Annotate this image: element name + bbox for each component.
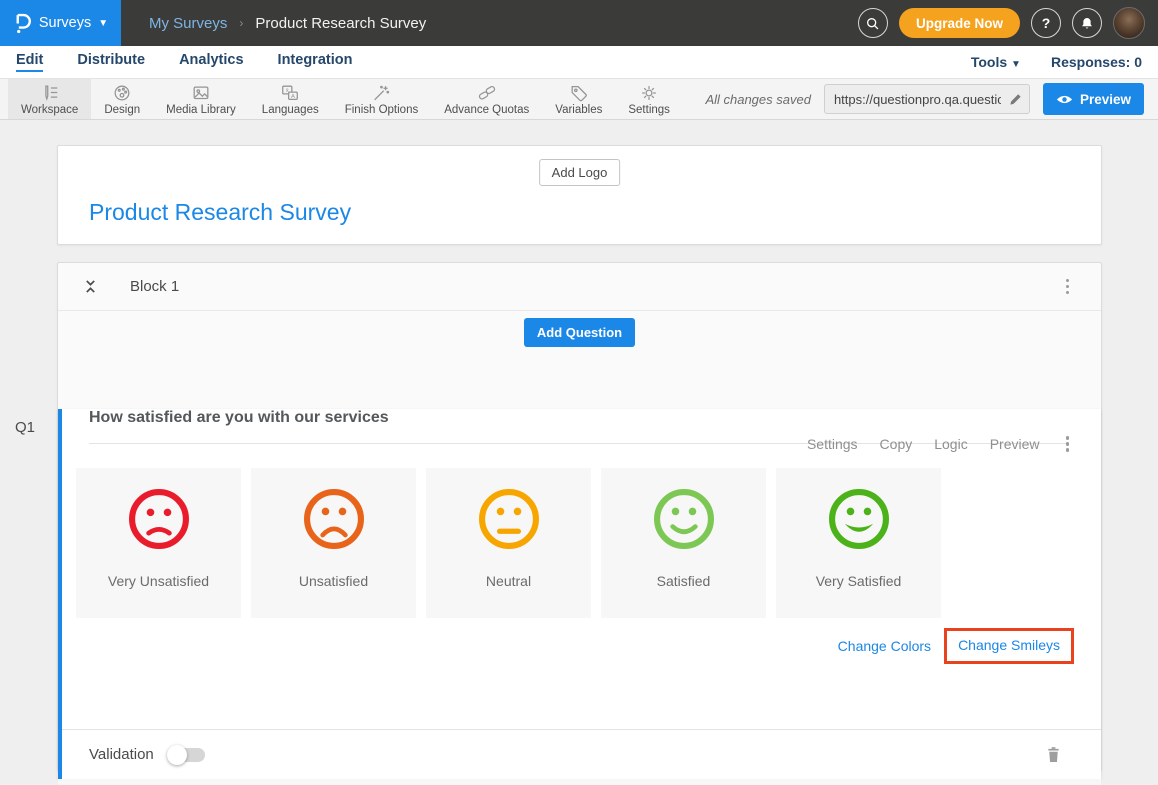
annotation-highlight-box: Change Smileys [944,628,1074,664]
tools-menu[interactable]: Tools ▼ [971,54,1021,70]
toolbar-item-languages[interactable]: x̄A Languages [249,79,332,119]
survey-nav: Edit Distribute Analytics Integration To… [0,46,1158,78]
svg-text:A: A [291,93,295,99]
questionpro-logo-icon [13,12,32,35]
validation-label: Validation [89,746,154,763]
breadcrumb-separator-icon: › [239,16,243,30]
block-header: Block 1 [58,263,1101,311]
pencil-icon [1009,93,1022,106]
bell-icon [1079,16,1095,31]
toolbar-item-settings[interactable]: Settings [615,79,683,119]
nav-tabs: Edit Distribute Analytics Integration [16,52,352,72]
block-title[interactable]: Block 1 [130,278,179,295]
add-question-row-bottom: Add Question Page Break Separator [58,779,1101,785]
breadcrumb-current: Product Research Survey [255,15,426,32]
question-number: Q1 [15,419,35,436]
smiley-option-neutral[interactable]: Neutral [426,468,591,618]
very-satisfied-face-icon [825,485,893,553]
search-icon [865,16,880,31]
eye-icon [1056,94,1073,105]
survey-header-card: Add Logo Product Research Survey [57,145,1102,245]
question-logic-link[interactable]: Logic [934,436,967,452]
product-label: Surveys [39,15,91,31]
smiley-option-label: Very Unsatisfied [108,573,209,589]
nav-right: Tools ▼ Responses: 0 [971,54,1142,70]
validation-toggle[interactable] [169,748,205,762]
image-icon [191,83,211,103]
help-button[interactable]: ? [1031,8,1061,38]
topbar-actions: Upgrade Now ? [858,7,1145,39]
help-icon: ? [1042,15,1051,31]
save-status: All changes saved [705,92,811,107]
responses-count[interactable]: Responses: 0 [1051,54,1142,70]
toolbar-item-advance-quotas[interactable]: Advance Quotas [431,79,542,119]
edit-url-button[interactable] [1003,85,1029,113]
smiley-option-label: Neutral [486,573,531,589]
palette-icon [112,83,132,103]
survey-url-input[interactable] [825,92,1003,107]
breadcrumb-my-surveys[interactable]: My Surveys [149,15,227,32]
question-settings-link[interactable]: Settings [807,436,858,452]
smiley-option-label: Unsatisfied [299,573,368,589]
wand-icon [371,83,391,103]
toolbar-item-variables[interactable]: Variables [542,79,615,119]
validation-row: Validation [62,729,1101,779]
smiley-option-unsatisfied[interactable]: Unsatisfied [251,468,416,618]
satisfied-face-icon [650,485,718,553]
smiley-customize-links: Change Colors Change Smileys [62,628,1074,664]
app-logo-menu[interactable]: Surveys ▼ [0,0,121,46]
smiley-options: Very Unsatisfied Unsatisfied [76,468,1101,618]
top-bar: Surveys ▼ My Surveys › Product Research … [0,0,1158,46]
workspace-toolbar: Workspace Design Media Library x̄A Langu… [0,78,1158,120]
search-button[interactable] [858,8,888,38]
survey-url-box [824,84,1030,114]
question-copy-link[interactable]: Copy [880,436,913,452]
toolbar-item-media-library[interactable]: Media Library [153,79,249,119]
change-colors-link[interactable]: Change Colors [838,638,931,654]
smiley-option-label: Satisfied [657,573,711,589]
tab-distribute[interactable]: Distribute [77,52,145,72]
tab-edit[interactable]: Edit [16,52,43,72]
smiley-option-very-satisfied[interactable]: Very Satisfied [776,468,941,618]
question-card: Settings Copy Logic Preview How satisfie… [58,409,1101,779]
smiley-option-very-unsatisfied[interactable]: Very Unsatisfied [76,468,241,618]
collapse-block-icon[interactable] [84,279,97,294]
avatar[interactable] [1113,7,1145,39]
chevron-down-icon: ▼ [98,18,108,29]
change-smileys-link[interactable]: Change Smileys [958,637,1060,653]
question-actions: Settings Copy Logic Preview [807,432,1073,456]
survey-editor-canvas: Q1 Add Logo Product Research Survey Bloc… [0,120,1158,785]
toolbar-item-design[interactable]: Design [91,79,153,119]
block-more-options-icon[interactable] [1062,275,1074,299]
smiley-option-satisfied[interactable]: Satisfied [601,468,766,618]
notifications-button[interactable] [1072,8,1102,38]
tab-integration[interactable]: Integration [278,52,353,72]
preview-button[interactable]: Preview [1043,83,1144,115]
toolbar-item-workspace[interactable]: Workspace [8,79,91,119]
translate-icon: x̄A [280,83,300,103]
workspace-icon [40,83,60,103]
tag-icon [569,83,589,103]
gear-icon [639,83,659,103]
trash-icon [1046,746,1061,763]
breadcrumb: My Surveys › Product Research Survey [149,15,426,32]
question-preview-link[interactable]: Preview [990,436,1040,452]
toolbar-right: All changes saved Preview [705,79,1144,119]
neutral-face-icon [475,485,543,553]
add-question-button-top[interactable]: Add Question [524,318,635,347]
upgrade-now-button[interactable]: Upgrade Now [899,8,1020,38]
toolbar-item-finish-options[interactable]: Finish Options [332,79,432,119]
smiley-option-label: Very Satisfied [816,573,902,589]
add-question-row-top: Add Question [58,311,1101,353]
unsatisfied-face-icon [300,485,368,553]
add-logo-button[interactable]: Add Logo [539,159,621,186]
block-card: Block 1 Add Question Settings Copy Logic… [57,262,1102,771]
survey-title[interactable]: Product Research Survey [89,199,351,226]
chain-icon [477,83,497,103]
chevron-down-icon: ▼ [1011,59,1021,70]
tab-analytics[interactable]: Analytics [179,52,243,72]
question-more-options-icon[interactable] [1062,432,1074,456]
delete-question-button[interactable] [1046,746,1061,763]
very-unsatisfied-face-icon [125,485,193,553]
